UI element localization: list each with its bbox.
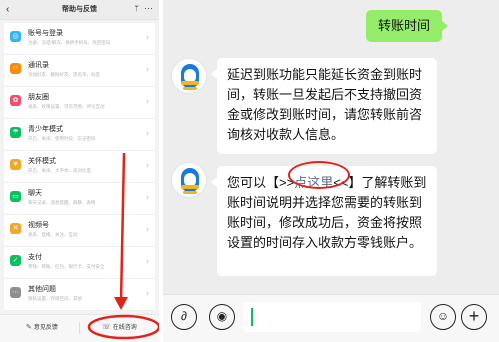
bot-avatar[interactable] (171, 58, 207, 94)
chevron-right-icon: › (146, 288, 149, 298)
feedback-button[interactable]: ✎ 意见反馈 (26, 323, 58, 333)
more-icon[interactable]: ··· (144, 3, 153, 13)
menu-item[interactable]: ⋯ 其他问题隐私设置、存储空间、其他 › (4, 279, 155, 311)
menu-item-subtitle: 零钱、转账、红包、银行卡、支付安全 (28, 264, 105, 269)
menu-item-subtitle: 开启、关闭、大字体、高对比度 (28, 168, 91, 173)
menu-item-subtitle: 注册、冻结/解冻、换绑手机号、找回密码 (28, 40, 111, 45)
channels-icon: ✕ (10, 223, 21, 234)
menu-item-subtitle: 发表、直播、关注、互动 (28, 232, 78, 237)
contacts-icon: ☺ (10, 63, 21, 74)
menu-item-label: 其他问题 (28, 286, 56, 293)
message-input[interactable] (243, 302, 421, 332)
menu-item-label: 青少年模式 (28, 126, 63, 133)
online-consult-button[interactable]: ☏ 在线咨询 (102, 323, 137, 333)
penguin-scarf (181, 81, 199, 85)
menu-item-label: 通讯录 (28, 62, 49, 69)
moments-icon: ✿ (10, 95, 21, 106)
heart-icon: ♥ (10, 159, 21, 170)
help-feedback-panel: ‹ 帮助与反馈 ᛘ ··· ◎ 账号与登录注册、冻结/解冻、换绑手机号、找回密码 ›… (0, 0, 159, 342)
chat-input-bar: ∂ ◉ ☺ + (163, 294, 499, 342)
menu-item-label: 支付 (28, 254, 42, 261)
menu-item[interactable]: ✓ 支付零钱、转账、红包、银行卡、支付安全 › (4, 247, 155, 279)
chat-panel: 转账时间 延迟到账功能只能延长资金到账时间，转账一旦发起后不支持撤回资金或修改到… (163, 0, 499, 342)
menu-item-subtitle: 聊天记录、消息提醒、群聊、表情 (28, 200, 96, 205)
menu-item-subtitle: 开启、关闭、使用时段、忘记密码 (28, 136, 96, 141)
penguin-feet (183, 191, 197, 194)
menu-item-label: 朋友圈 (28, 94, 49, 101)
emoji-icon[interactable]: ☺ (430, 304, 456, 330)
pin-icon[interactable]: ᛘ (134, 4, 139, 14)
penguin-scarf (181, 185, 199, 189)
umbrella-icon: ☂ (10, 127, 21, 138)
help-header: ‹ 帮助与反馈 ᛘ ··· (0, 0, 159, 20)
menu-item-label: 视频号 (28, 222, 49, 229)
link-icon[interactable]: ∂ (171, 304, 197, 330)
menu-item[interactable]: ✕ 视频号发表、直播、关注、互动 › (4, 215, 155, 247)
click-here-link[interactable]: 点这里 (294, 175, 333, 190)
chevron-right-icon: › (146, 224, 149, 234)
my-message-bubble[interactable]: 转账时间 (366, 10, 448, 42)
chat-icon: ▭ (10, 191, 21, 202)
menu-item[interactable]: ✿ 朋友圈发表、权限设置、可见范围、评论互动 › (4, 87, 155, 119)
consult-icon: ☏ (102, 324, 111, 331)
message-prefix: 您可以【>> (227, 175, 295, 190)
chevron-right-icon: › (146, 96, 149, 106)
help-menu: ◎ 账号与登录注册、冻结/解冻、换绑手机号、找回密码 › ☺ 通讯录添加好友、删除好友、… (4, 23, 155, 311)
user-icon: ◎ (10, 31, 21, 42)
voice-icon[interactable]: ◉ (209, 304, 235, 330)
menu-item-label: 聊天 (28, 190, 42, 197)
chevron-right-icon: › (146, 64, 149, 74)
menu-item[interactable]: ◎ 账号与登录注册、冻结/解冻、换绑手机号、找回密码 › (4, 23, 155, 55)
menu-item-label: 关怀模式 (28, 158, 56, 165)
menu-item-subtitle: 添加好友、删除好友、黑名单、标签 (28, 72, 100, 77)
bot-avatar[interactable] (171, 162, 207, 198)
plus-icon[interactable]: + (461, 304, 487, 330)
menu-item[interactable]: ♥ 关怀模式开启、关闭、大字体、高对比度 › (4, 151, 155, 183)
text-cursor (251, 308, 253, 326)
more-icon: ⋯ (10, 287, 21, 298)
pay-icon: ✓ (10, 255, 21, 266)
penguin-feet (183, 87, 197, 90)
chevron-right-icon: › (146, 192, 149, 202)
chevron-right-icon: › (146, 160, 149, 170)
menu-item-label: 账号与登录 (28, 30, 63, 37)
feedback-icon: ✎ (26, 324, 32, 331)
footer-divider (79, 322, 80, 334)
chevron-right-icon: › (146, 256, 149, 266)
menu-item-subtitle: 发表、权限设置、可见范围、评论互动 (28, 104, 105, 109)
chevron-right-icon: › (146, 128, 149, 138)
feedback-label: 意见反馈 (33, 325, 58, 331)
menu-item-subtitle: 隐私设置、存储空间、其他 (28, 296, 82, 301)
bot-message-bubble[interactable]: 延迟到账功能只能延长资金到账时间，转账一旦发起后不支持撤回资金或修改到账时间，请… (211, 58, 437, 154)
menu-item[interactable]: ☂ 青少年模式开启、关闭、使用时段、忘记密码 › (4, 119, 155, 151)
bot-message-bubble[interactable]: 您可以【>>点这里<<】了解转账到账时间说明并选择您需要的转账到账时间，修改成功… (211, 166, 437, 276)
help-footer: ✎ 意见反馈 ☏ 在线咨询 (0, 314, 159, 342)
menu-item[interactable]: ☺ 通讯录添加好友、删除好友、黑名单、标签 › (4, 55, 155, 87)
chevron-right-icon: › (146, 32, 149, 42)
menu-item[interactable]: ▭ 聊天聊天记录、消息提醒、群聊、表情 › (4, 183, 155, 215)
online-consult-label: 在线咨询 (112, 325, 137, 331)
